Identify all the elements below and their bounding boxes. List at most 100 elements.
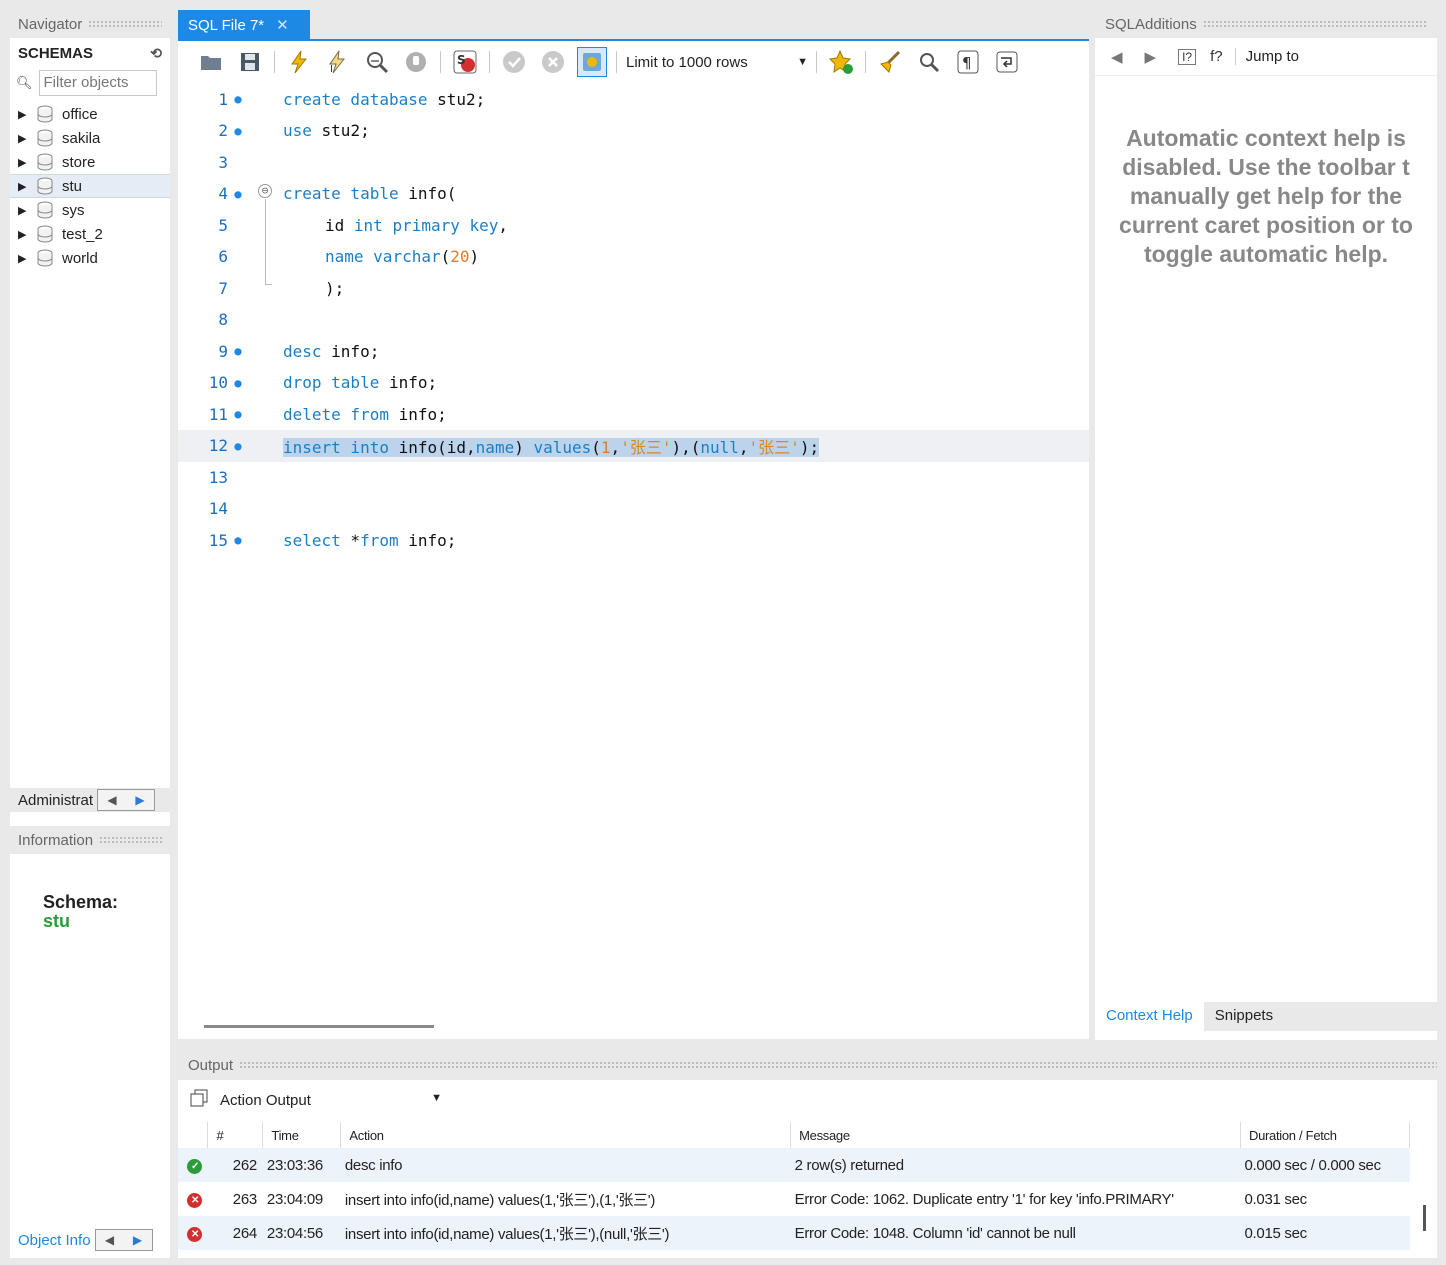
output-header: Output: [178, 1050, 1437, 1080]
auto-help-icon[interactable]: f?: [1210, 48, 1223, 65]
execute-lightning-icon[interactable]: [284, 47, 314, 77]
table-row[interactable]: ✕ 264 23:04:56 insert into info(id,name) va…: [178, 1216, 1410, 1250]
code-line[interactable]: 9 ● desc info;: [178, 335, 1089, 367]
table-row[interactable]: ✕ 263 23:04:09 insert into info(id,name) va…: [178, 1182, 1410, 1216]
output-type-select[interactable]: Action Output ▼: [220, 1092, 442, 1109]
tab-context-help[interactable]: Context Help: [1095, 1002, 1204, 1031]
database-icon: [37, 201, 53, 219]
bookmark-star-icon[interactable]: [826, 47, 856, 77]
copy-icon[interactable]: [190, 1089, 208, 1111]
expand-arrow-icon[interactable]: ▶: [18, 108, 30, 121]
explain-magnifier-icon[interactable]: [362, 47, 392, 77]
code-line[interactable]: 10 ● drop table info;: [178, 367, 1089, 399]
autocommit-icon[interactable]: [577, 47, 607, 77]
find-icon[interactable]: [914, 47, 944, 77]
fold-toggle-icon[interactable]: ⊖: [258, 184, 272, 198]
statement-marker-icon: ●: [234, 407, 242, 421]
line-number: 6: [218, 247, 228, 266]
database-icon: [37, 177, 53, 195]
code-line[interactable]: 4 ● create table info(: [178, 178, 1089, 210]
arrow-right-icon[interactable]: ▶: [124, 1230, 152, 1250]
arrow-right-icon[interactable]: ▶: [126, 790, 154, 810]
column-header-message[interactable]: Message: [790, 1122, 1241, 1148]
fold-guide: [265, 199, 272, 285]
code-line[interactable]: 6 name varchar(20): [178, 241, 1089, 273]
code-text: create table info(: [283, 184, 457, 203]
jump-to-select[interactable]: Jump to: [1234, 48, 1299, 65]
expand-arrow-icon[interactable]: ▶: [18, 132, 30, 145]
expand-arrow-icon[interactable]: ▶: [18, 180, 30, 193]
forward-arrow-icon[interactable]: ▶: [1145, 48, 1157, 66]
code-line[interactable]: 8: [178, 304, 1089, 336]
schema-item[interactable]: ▶ stu: [10, 174, 170, 198]
schema-item[interactable]: ▶ world: [10, 246, 170, 270]
column-header-action[interactable]: Action: [340, 1122, 792, 1148]
wrap-lines-icon[interactable]: [992, 47, 1022, 77]
code-line[interactable]: 2 ● use stu2;: [178, 115, 1089, 147]
code-line[interactable]: 11 ● delete from info;: [178, 398, 1089, 430]
expand-arrow-icon[interactable]: ▶: [18, 252, 30, 265]
beautify-broom-icon[interactable]: [875, 47, 905, 77]
schema-item[interactable]: ▶ test_2: [10, 222, 170, 246]
arrow-left-icon[interactable]: ◀: [96, 1230, 124, 1250]
execute-current-icon[interactable]: I: [323, 47, 353, 77]
toggle-error-icon[interactable]: S: [450, 47, 480, 77]
schema-item[interactable]: ▶ sakila: [10, 126, 170, 150]
limit-rows-value: Limit to 1000 rows: [626, 53, 748, 71]
navigator-title: Navigator: [18, 15, 83, 33]
row-action: desc info: [340, 1148, 791, 1182]
invisible-chars-icon[interactable]: ¶: [953, 47, 983, 77]
schema-info: Schema: stu: [43, 892, 118, 932]
expand-arrow-icon[interactable]: ▶: [18, 204, 30, 217]
column-header-time[interactable]: Time: [262, 1122, 342, 1148]
schema-item[interactable]: ▶ store: [10, 150, 170, 174]
commit-icon[interactable]: [499, 47, 529, 77]
save-icon[interactable]: [235, 47, 265, 77]
code-line[interactable]: 5 id int primary key,: [178, 209, 1089, 241]
editor-horizontal-scrollbar[interactable]: [178, 1017, 1089, 1039]
schema-info-value: stu: [43, 911, 70, 931]
code-line[interactable]: 12 ● insert into info(id,name) values(1,'张…: [178, 429, 1089, 462]
row-number: 264: [207, 1216, 263, 1250]
sql-editor[interactable]: 1 ● create database stu2; 2 ● use stu2; 3 4 ● cre…: [178, 83, 1089, 1017]
code-line[interactable]: 13: [178, 461, 1089, 493]
sql-additions-tabs: Context Help Snippets: [1095, 1002, 1437, 1031]
schema-item[interactable]: ▶ office: [10, 102, 170, 126]
rollback-icon[interactable]: [538, 47, 568, 77]
line-number: 1: [218, 89, 228, 109]
limit-rows-select[interactable]: Limit to 1000 rows ▼: [626, 49, 808, 75]
table-row[interactable]: ✓ 262 23:03:36 desc info 2 row(s) returned 0.…: [178, 1148, 1410, 1182]
svg-text:S: S: [457, 53, 466, 67]
code-line[interactable]: 14: [178, 493, 1089, 525]
tab-sql-file[interactable]: SQL File 7* ✕: [178, 10, 310, 40]
tab-administration[interactable]: Administrat: [18, 792, 93, 809]
code-line[interactable]: 15 ● select *from info;: [178, 524, 1089, 556]
database-icon: [37, 225, 53, 243]
line-number: 7: [218, 278, 228, 298]
open-folder-icon[interactable]: [196, 47, 226, 77]
expand-arrow-icon[interactable]: ▶: [18, 228, 30, 241]
arrow-left-icon[interactable]: ◀: [98, 790, 126, 810]
error-icon: ✕: [187, 1227, 203, 1242]
tab-object-info[interactable]: Object Info: [18, 1232, 91, 1249]
back-arrow-icon[interactable]: ◀: [1111, 48, 1123, 66]
code-line[interactable]: 1 ● create database stu2;: [178, 83, 1089, 115]
output-title: Output: [188, 1056, 234, 1074]
row-time: 23:03:36: [262, 1148, 341, 1182]
line-number: 8: [218, 310, 228, 329]
column-header-duration[interactable]: Duration / Fetch: [1240, 1122, 1410, 1148]
code-line[interactable]: 3: [178, 146, 1089, 178]
tab-snippets[interactable]: Snippets: [1204, 1002, 1284, 1031]
schema-item[interactable]: ▶ sys: [10, 198, 170, 222]
code-line[interactable]: 7);: [178, 272, 1089, 304]
filter-objects-input[interactable]: Filter objects: [38, 70, 157, 96]
output-selector-row: Action Output ▼: [178, 1080, 1437, 1120]
help-toggle-icon[interactable]: I?: [1178, 48, 1197, 65]
column-header-num[interactable]: #: [207, 1122, 264, 1148]
output-scrollbar[interactable]: [1423, 1205, 1426, 1231]
refresh-icon[interactable]: ⟲: [150, 45, 162, 62]
stop-icon[interactable]: [401, 47, 431, 77]
expand-arrow-icon[interactable]: ▶: [18, 156, 30, 169]
close-icon[interactable]: ✕: [276, 16, 289, 34]
line-number: 2: [218, 121, 228, 140]
